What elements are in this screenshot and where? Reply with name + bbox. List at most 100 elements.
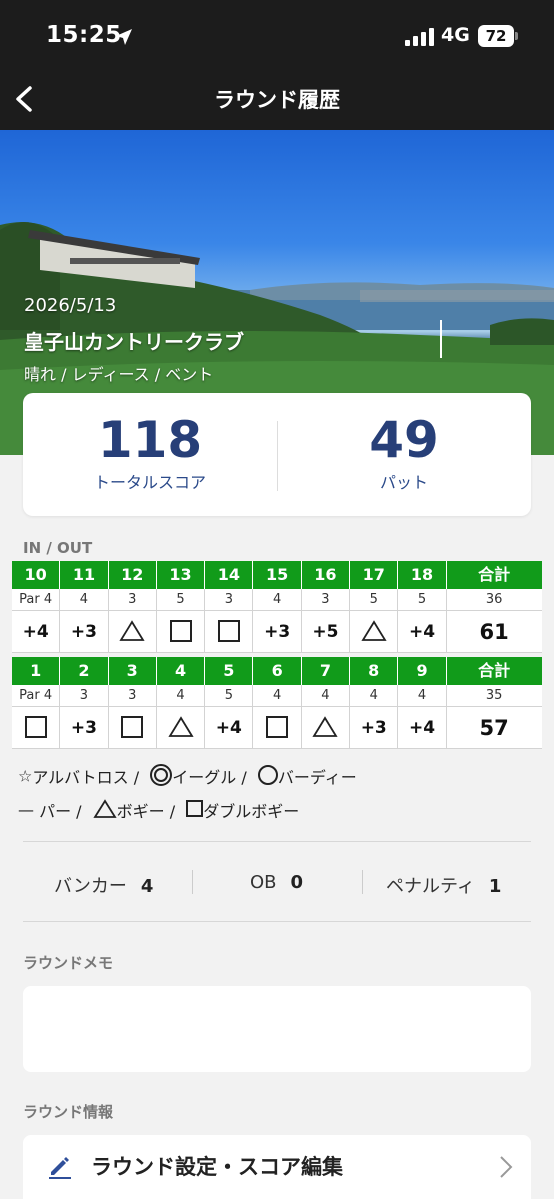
hole-number: 14 xyxy=(205,561,254,589)
stat-divider xyxy=(362,870,363,894)
ob-stat: OB 0 xyxy=(250,872,303,893)
edit-round-settings-button[interactable]: ラウンド設定・スコア編集 xyxy=(23,1135,531,1199)
hole-par: 4 xyxy=(60,589,109,611)
legend-birdie: バーディー xyxy=(277,768,357,787)
round-memo-field[interactable] xyxy=(23,986,531,1072)
cellular-signal-icon xyxy=(405,28,435,46)
bunker-label: バンカー xyxy=(54,876,127,897)
hole-number: 5 xyxy=(205,657,254,685)
hole-par: 5 xyxy=(156,589,206,611)
hole-number: 8 xyxy=(350,657,399,685)
hole-number: 9 xyxy=(398,657,447,685)
score-summary-card: 118 トータルスコア 49 パット xyxy=(23,393,531,516)
hole-par: 3 xyxy=(301,589,351,611)
pencil-icon xyxy=(49,1157,71,1179)
round-conditions: 晴れ / レディース / ベント xyxy=(24,365,214,384)
hole-result[interactable]: +3 xyxy=(253,611,302,653)
total-header: 合計 xyxy=(446,657,542,685)
stat-divider xyxy=(192,870,193,894)
penalty-label: ペナルティ xyxy=(386,876,475,897)
hole-result-bogey[interactable] xyxy=(108,611,157,653)
legend-bogey: ボギー / xyxy=(116,802,176,821)
divider xyxy=(23,841,531,842)
hole-number-row: 10 11 12 13 14 15 16 17 18 合計 xyxy=(12,561,542,589)
total-score-label: トータルスコア xyxy=(93,473,206,492)
total-score-block: 118 トータルスコア xyxy=(23,413,277,493)
total-score-value: 118 xyxy=(97,411,203,469)
divider xyxy=(23,921,531,922)
hole-par: 4 xyxy=(350,685,399,707)
hole-par: 4 xyxy=(156,685,206,707)
hole-par: 3 xyxy=(108,589,157,611)
hole-result-double-bogey[interactable] xyxy=(253,707,302,749)
hole-number: 15 xyxy=(253,561,302,589)
scorecard-section-label: IN / OUT xyxy=(23,539,93,557)
legend-par: パー / xyxy=(39,802,82,821)
hole-par: 3 xyxy=(60,685,109,707)
putts-value: 49 xyxy=(369,411,439,469)
hole-result-bogey[interactable] xyxy=(350,611,399,653)
legend-albatross: アルバトロス / xyxy=(32,768,140,787)
hole-number: 16 xyxy=(301,561,351,589)
hole-result[interactable]: +4 xyxy=(12,611,61,653)
result-row: +4 +3 +3 +5 +4 61 xyxy=(12,611,542,653)
hole-result[interactable]: +4 xyxy=(398,611,447,653)
hole-number: 12 xyxy=(108,561,157,589)
hole-par: Par 4 xyxy=(12,589,61,611)
hole-result-double-bogey[interactable] xyxy=(108,707,157,749)
triangle-icon xyxy=(167,715,194,737)
bunker-value: 4 xyxy=(140,876,154,897)
score-total: 61 xyxy=(446,611,542,653)
square-icon xyxy=(186,800,204,817)
page-title: ラウンド履歴 xyxy=(214,88,340,112)
hole-number: 17 xyxy=(350,561,399,589)
score-legend-line-2: — パー / ボギー / ダブルボギー xyxy=(18,798,299,822)
hole-result[interactable]: +3 xyxy=(60,707,109,749)
penalty-stat: ペナルティ 1 xyxy=(386,872,501,898)
hole-result-bogey[interactable] xyxy=(301,707,351,749)
scorecard-in: 10 11 12 13 14 15 16 17 18 合計 Par 4 4 3 5 3 4 3 5 5 36 +4 +… xyxy=(12,561,542,653)
scorecard-out: 1 2 3 4 5 6 7 8 9 合計 Par 4 3 3 4 5 4 4 4 4 35 +3 +4 +3 +4 57 xyxy=(12,657,542,749)
chevron-right-icon xyxy=(500,1156,513,1178)
hole-result[interactable]: +4 xyxy=(398,707,447,749)
circle-icon xyxy=(257,764,278,785)
hole-result[interactable]: +4 xyxy=(205,707,254,749)
star-icon: ☆ xyxy=(18,766,33,786)
status-bar: 15:25 4G 72 xyxy=(0,0,554,70)
triangle-icon xyxy=(312,715,339,737)
hole-result[interactable]: +5 xyxy=(301,611,351,653)
putts-block: 49 パット xyxy=(277,413,531,493)
hole-result-double-bogey[interactable] xyxy=(156,611,206,653)
hole-number: 6 xyxy=(253,657,302,685)
bunker-stat: バンカー 4 xyxy=(54,872,153,898)
hole-number: 11 xyxy=(60,561,109,589)
double-circle-icon xyxy=(150,763,173,786)
square-icon xyxy=(217,619,240,642)
hole-par: 4 xyxy=(398,685,447,707)
hole-result-double-bogey[interactable] xyxy=(12,707,61,749)
square-icon xyxy=(169,619,192,642)
hole-number: 13 xyxy=(156,561,206,589)
hole-result[interactable]: +3 xyxy=(350,707,399,749)
total-header: 合計 xyxy=(446,561,542,589)
battery-nub xyxy=(515,32,518,40)
battery-icon: 72 xyxy=(478,25,514,47)
course-name: 皇子山カントリークラブ xyxy=(24,330,244,354)
hole-number: 7 xyxy=(301,657,351,685)
hole-result-bogey[interactable] xyxy=(156,707,206,749)
hole-result[interactable]: +3 xyxy=(60,611,109,653)
hole-par: 4 xyxy=(301,685,351,707)
hole-result-double-bogey[interactable] xyxy=(205,611,254,653)
hole-par: 3 xyxy=(205,589,254,611)
score-legend-line-1: ☆アルバトロス / イーグル / バーディー xyxy=(18,763,357,788)
par-row: Par 4 3 3 4 5 4 4 4 4 35 xyxy=(12,685,542,707)
edit-round-label: ラウンド設定・スコア編集 xyxy=(91,1155,343,1179)
square-icon xyxy=(121,715,144,738)
network-type: 4G xyxy=(441,24,470,46)
putts-label: パット xyxy=(379,473,428,492)
hole-par: 5 xyxy=(205,685,254,707)
status-time: 15:25 xyxy=(46,22,122,48)
hole-par: 5 xyxy=(350,589,399,611)
par-total: 36 xyxy=(446,589,542,611)
par-total: 35 xyxy=(446,685,542,707)
